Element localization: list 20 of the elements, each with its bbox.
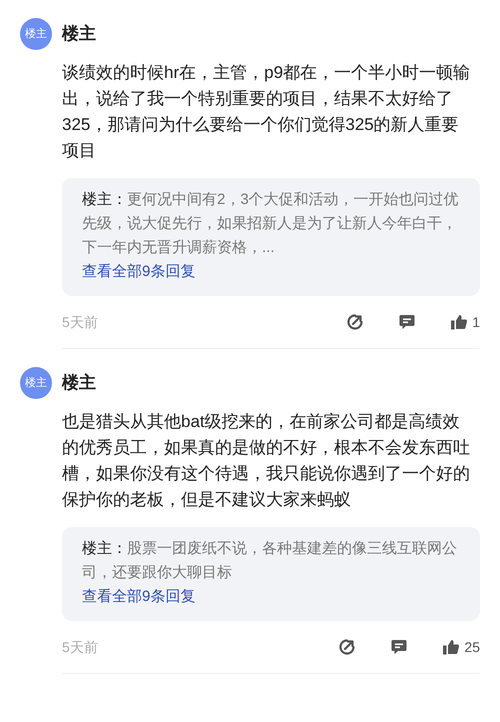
comment-text: 也是猎头从其他bat级挖来的，在前家公司都是高绩效的优秀员工，如果真的是做的不好，根本不会发东西吐槽，如果你没有这个待遇，我只能说你遇到了一个好的保护你的老板，但是不建议大家来蚂蚁 <box>62 411 471 511</box>
share-icon[interactable] <box>346 313 364 331</box>
avatar: 楼主 <box>20 367 52 399</box>
timestamp: 5天前 <box>62 638 99 656</box>
thumbs-up-icon <box>450 313 468 331</box>
avatar: 楼主 <box>20 18 52 50</box>
author-name: 楼主 <box>62 372 96 394</box>
comment-icon[interactable] <box>398 313 416 331</box>
view-all-replies-link[interactable]: 查看全部9条回复 <box>82 260 460 284</box>
view-all-replies-link[interactable]: 查看全部9条回复 <box>82 585 460 609</box>
share-icon[interactable] <box>338 638 356 656</box>
reply-text: 楼主：更何况中间有2，3个大促和活动，一开始也问过优先级，说大促先行，如果招新人是为了让新人今年白干，下一年内无晋升调薪资格，... <box>82 190 460 258</box>
comment-icon[interactable] <box>390 638 408 656</box>
comment-text: 谈绩效的时候hr在，主管，p9都在，一个半小时一顿输出，说给了我一个特别重要的项目，结果不太好给了325，那请问为什么要给一个你们觉得325的新人重要项目 <box>62 62 472 162</box>
author-name: 楼主 <box>62 23 96 46</box>
like-button[interactable]: 25 <box>442 636 480 658</box>
reply-text: 楼主：股票一团废纸不说，各种基建差的像三线互联网公司，还要跟你大聊目标 <box>82 539 458 583</box>
thumbs-up-icon <box>442 638 460 656</box>
like-button[interactable]: 1 <box>450 312 480 332</box>
timestamp: 5天前 <box>62 312 99 332</box>
